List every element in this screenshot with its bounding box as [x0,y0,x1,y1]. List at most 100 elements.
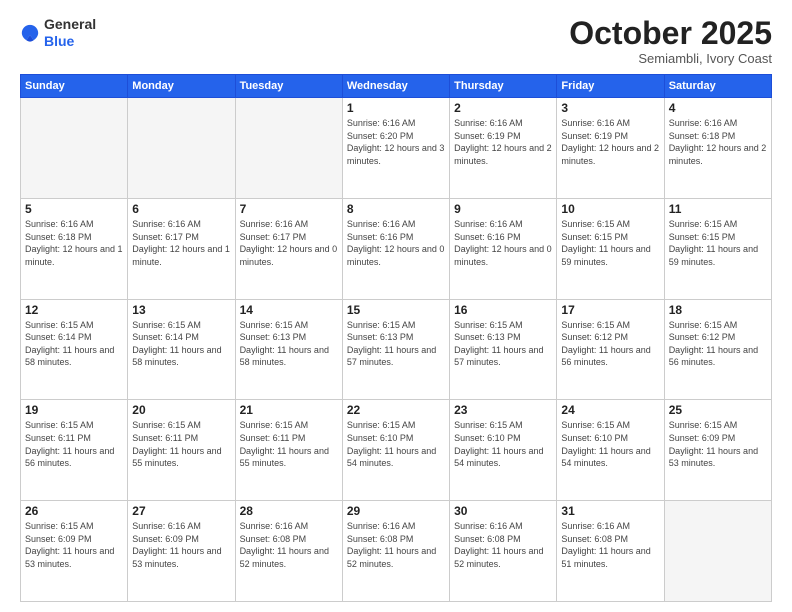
day-info: Sunrise: 6:16 AM Sunset: 6:17 PM Dayligh… [240,218,338,268]
weekday-header-saturday: Saturday [664,75,771,98]
day-info: Sunrise: 6:15 AM Sunset: 6:15 PM Dayligh… [561,218,659,268]
calendar-week-2: 5 Sunrise: 6:16 AM Sunset: 6:18 PM Daylig… [21,198,772,299]
header: General Blue October 2025 Semiambli, Ivo… [20,16,772,66]
day-info: Sunrise: 6:16 AM Sunset: 6:08 PM Dayligh… [561,520,659,570]
calendar-cell: 5 Sunrise: 6:16 AM Sunset: 6:18 PM Daylig… [21,198,128,299]
calendar-cell: 6 Sunrise: 6:16 AM Sunset: 6:17 PM Daylig… [128,198,235,299]
day-number: 25 [669,403,767,417]
calendar-cell: 31 Sunrise: 6:16 AM Sunset: 6:08 PM Dayli… [557,501,664,602]
day-number: 31 [561,504,659,518]
day-info: Sunrise: 6:16 AM Sunset: 6:16 PM Dayligh… [454,218,552,268]
calendar-cell: 16Sunrise: 6:15 AM Sunset: 6:13 PM Dayli… [450,299,557,400]
calendar-cell: 22 Sunrise: 6:15 AM Sunset: 6:10 PM Dayli… [342,400,449,501]
day-number: 9 [454,202,552,216]
calendar-week-1: 1 Sunrise: 6:16 AM Sunset: 6:20 PM Daylig… [21,98,772,199]
calendar-cell: 27Sunrise: 6:16 AM Sunset: 6:09 PM Dayli… [128,501,235,602]
calendar-cell: 13Sunrise: 6:15 AM Sunset: 6:14 PM Dayli… [128,299,235,400]
day-info: Sunrise: 6:16 AM Sunset: 6:17 PM Dayligh… [132,218,230,268]
day-info: Sunrise: 6:15 AM Sunset: 6:11 PM Dayligh… [240,419,338,469]
calendar-cell: 14 Sunrise: 6:15 AM Sunset: 6:13 PM Dayli… [235,299,342,400]
day-number: 29 [347,504,445,518]
calendar-cell: 12 Sunrise: 6:15 AM Sunset: 6:14 PM Dayli… [21,299,128,400]
calendar-cell: 15Sunrise: 6:15 AM Sunset: 6:13 PM Dayli… [342,299,449,400]
day-number: 7 [240,202,338,216]
calendar-cell: 10Sunrise: 6:15 AM Sunset: 6:15 PM Dayli… [557,198,664,299]
calendar-week-5: 26 Sunrise: 6:15 AM Sunset: 6:09 PM Dayli… [21,501,772,602]
day-number: 16 [454,303,552,317]
day-number: 2 [454,101,552,115]
logo-icon [20,23,40,43]
day-info: Sunrise: 6:16 AM Sunset: 6:08 PM Dayligh… [240,520,338,570]
calendar-cell: 1 Sunrise: 6:16 AM Sunset: 6:20 PM Daylig… [342,98,449,199]
calendar-cell: 24 Sunrise: 6:15 AM Sunset: 6:10 PM Dayli… [557,400,664,501]
weekday-header-monday: Monday [128,75,235,98]
location-subtitle: Semiambli, Ivory Coast [569,51,772,66]
calendar-cell: 11Sunrise: 6:15 AM Sunset: 6:15 PM Dayli… [664,198,771,299]
calendar-cell [664,501,771,602]
calendar-cell [235,98,342,199]
calendar-cell: 29 Sunrise: 6:16 AM Sunset: 6:08 PM Dayli… [342,501,449,602]
calendar-cell: 2 Sunrise: 6:16 AM Sunset: 6:19 PM Daylig… [450,98,557,199]
day-info: Sunrise: 6:16 AM Sunset: 6:18 PM Dayligh… [25,218,123,268]
day-info: Sunrise: 6:16 AM Sunset: 6:19 PM Dayligh… [561,117,659,167]
day-number: 28 [240,504,338,518]
day-info: Sunrise: 6:16 AM Sunset: 6:20 PM Dayligh… [347,117,445,167]
day-number: 5 [25,202,123,216]
day-number: 6 [132,202,230,216]
day-number: 20 [132,403,230,417]
day-info: Sunrise: 6:15 AM Sunset: 6:13 PM Dayligh… [347,319,445,369]
calendar-cell: 21 Sunrise: 6:15 AM Sunset: 6:11 PM Dayli… [235,400,342,501]
day-info: Sunrise: 6:15 AM Sunset: 6:13 PM Dayligh… [240,319,338,369]
day-info: Sunrise: 6:15 AM Sunset: 6:10 PM Dayligh… [561,419,659,469]
calendar-cell: 28 Sunrise: 6:16 AM Sunset: 6:08 PM Dayli… [235,501,342,602]
calendar-cell: 8Sunrise: 6:16 AM Sunset: 6:16 PM Daylig… [342,198,449,299]
calendar-cell: 18Sunrise: 6:15 AM Sunset: 6:12 PM Dayli… [664,299,771,400]
day-info: Sunrise: 6:16 AM Sunset: 6:08 PM Dayligh… [454,520,552,570]
calendar-cell: 4Sunrise: 6:16 AM Sunset: 6:18 PM Daylig… [664,98,771,199]
weekday-header-tuesday: Tuesday [235,75,342,98]
day-number: 26 [25,504,123,518]
logo: General Blue [20,16,96,50]
day-info: Sunrise: 6:16 AM Sunset: 6:19 PM Dayligh… [454,117,552,167]
day-number: 30 [454,504,552,518]
day-number: 12 [25,303,123,317]
day-info: Sunrise: 6:15 AM Sunset: 6:10 PM Dayligh… [454,419,552,469]
calendar-cell: 20 Sunrise: 6:15 AM Sunset: 6:11 PM Dayli… [128,400,235,501]
day-info: Sunrise: 6:15 AM Sunset: 6:10 PM Dayligh… [347,419,445,469]
calendar-cell: 19Sunrise: 6:15 AM Sunset: 6:11 PM Dayli… [21,400,128,501]
day-info: Sunrise: 6:15 AM Sunset: 6:12 PM Dayligh… [669,319,767,369]
day-info: Sunrise: 6:15 AM Sunset: 6:15 PM Dayligh… [669,218,767,268]
title-area: October 2025 Semiambli, Ivory Coast [569,16,772,66]
day-number: 24 [561,403,659,417]
weekday-header-wednesday: Wednesday [342,75,449,98]
day-info: Sunrise: 6:16 AM Sunset: 6:08 PM Dayligh… [347,520,445,570]
day-info: Sunrise: 6:15 AM Sunset: 6:11 PM Dayligh… [132,419,230,469]
calendar-cell: 23Sunrise: 6:15 AM Sunset: 6:10 PM Dayli… [450,400,557,501]
day-info: Sunrise: 6:15 AM Sunset: 6:11 PM Dayligh… [25,419,123,469]
page: General Blue October 2025 Semiambli, Ivo… [0,0,792,612]
calendar-cell [21,98,128,199]
day-number: 14 [240,303,338,317]
day-info: Sunrise: 6:15 AM Sunset: 6:09 PM Dayligh… [25,520,123,570]
day-number: 22 [347,403,445,417]
calendar-cell: 3Sunrise: 6:16 AM Sunset: 6:19 PM Daylig… [557,98,664,199]
day-number: 21 [240,403,338,417]
calendar-cell: 17 Sunrise: 6:15 AM Sunset: 6:12 PM Dayli… [557,299,664,400]
calendar-cell: 26 Sunrise: 6:15 AM Sunset: 6:09 PM Dayli… [21,501,128,602]
calendar-cell [128,98,235,199]
logo-text: General Blue [44,16,96,50]
calendar-table: SundayMondayTuesdayWednesdayThursdayFrid… [20,74,772,602]
weekday-header-friday: Friday [557,75,664,98]
day-number: 17 [561,303,659,317]
calendar-cell: 7 Sunrise: 6:16 AM Sunset: 6:17 PM Daylig… [235,198,342,299]
day-info: Sunrise: 6:15 AM Sunset: 6:12 PM Dayligh… [561,319,659,369]
calendar-week-4: 19Sunrise: 6:15 AM Sunset: 6:11 PM Dayli… [21,400,772,501]
weekday-header-row: SundayMondayTuesdayWednesdayThursdayFrid… [21,75,772,98]
calendar-cell: 30 Sunrise: 6:16 AM Sunset: 6:08 PM Dayli… [450,501,557,602]
weekday-header-thursday: Thursday [450,75,557,98]
day-info: Sunrise: 6:15 AM Sunset: 6:14 PM Dayligh… [25,319,123,369]
day-info: Sunrise: 6:16 AM Sunset: 6:18 PM Dayligh… [669,117,767,167]
day-info: Sunrise: 6:16 AM Sunset: 6:09 PM Dayligh… [132,520,230,570]
day-number: 1 [347,101,445,115]
day-info: Sunrise: 6:15 AM Sunset: 6:09 PM Dayligh… [669,419,767,469]
